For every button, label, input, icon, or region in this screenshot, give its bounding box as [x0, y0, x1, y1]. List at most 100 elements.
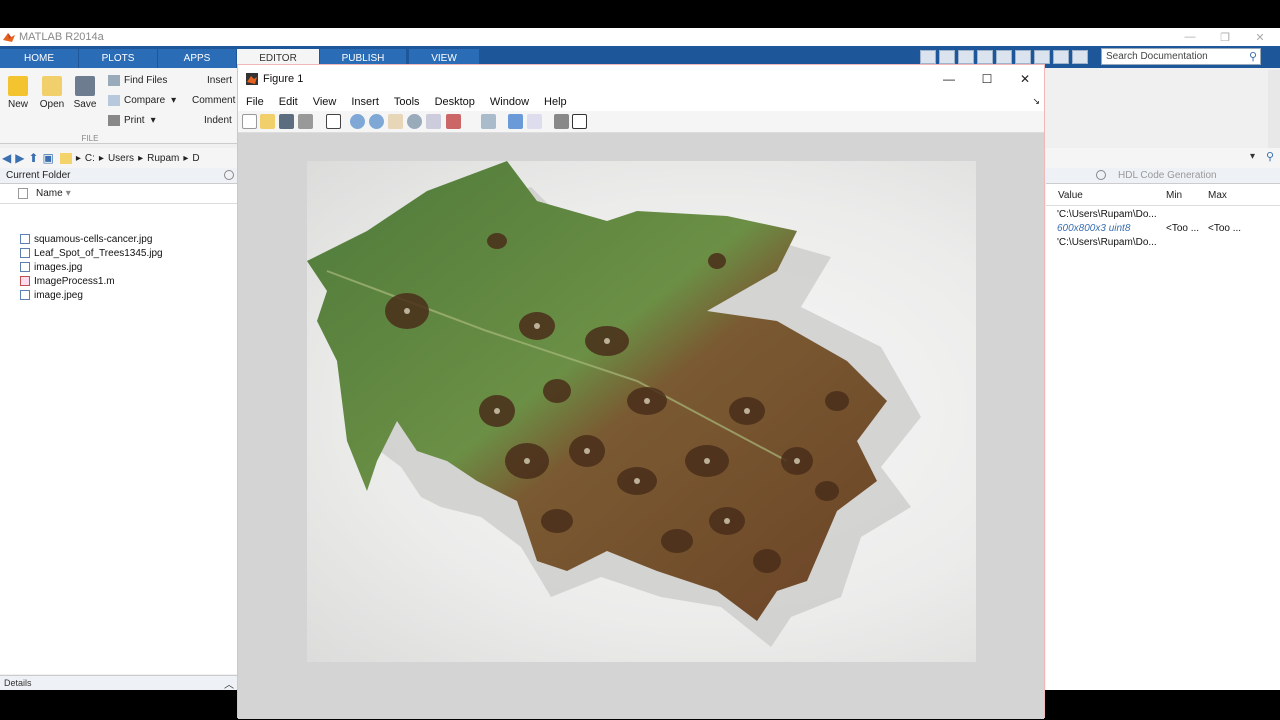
tab-apps[interactable]: APPS: [158, 49, 236, 68]
find-files-button[interactable]: Find Files: [108, 75, 167, 86]
figure-title: Figure 1: [263, 73, 304, 85]
minimize-icon[interactable]: —: [930, 65, 968, 93]
quick-access-button[interactable]: [1034, 50, 1050, 64]
compare-button[interactable]: Compare ▾: [108, 95, 176, 106]
indent-button[interactable]: Indent: [204, 115, 232, 126]
dock-arrow-icon[interactable]: ↘: [1032, 96, 1040, 107]
path-segment[interactable]: C:: [85, 153, 95, 164]
file-name: images.jpg: [34, 261, 83, 273]
search-icon[interactable]: ⚲: [1249, 50, 1257, 63]
menu-tools[interactable]: Tools: [394, 96, 420, 108]
workspace-value[interactable]: 'C:\Users\Rupam\Do...: [1057, 209, 1157, 220]
zoom-out-icon[interactable]: [369, 114, 384, 129]
menu-edit[interactable]: Edit: [279, 96, 298, 108]
quick-access-button[interactable]: [920, 50, 936, 64]
data-cursor-icon[interactable]: [426, 114, 441, 129]
quick-access-button[interactable]: [1015, 50, 1031, 64]
chevron-up-icon[interactable]: ︿: [224, 676, 234, 691]
path-segment[interactable]: Rupam: [147, 153, 179, 164]
menu-desktop[interactable]: Desktop: [435, 96, 475, 108]
print-button[interactable]: Print ▾: [108, 115, 156, 126]
menu-view[interactable]: View: [313, 96, 337, 108]
search-icon[interactable]: ⚲: [1266, 150, 1274, 163]
maximize-icon[interactable]: ☐: [968, 65, 1006, 93]
list-item[interactable]: ImageProcess1.m: [20, 274, 115, 288]
restore-icon[interactable]: ❐: [1205, 28, 1245, 46]
save-icon: [75, 76, 95, 96]
details-label: Details: [4, 678, 32, 688]
workspace-value[interactable]: 'C:\Users\Rupam\Do...: [1057, 237, 1157, 248]
quick-access-button[interactable]: [958, 50, 974, 64]
show-plot-tools-icon[interactable]: [572, 114, 587, 129]
save-label: Save: [73, 99, 97, 110]
save-button[interactable]: Save: [73, 76, 97, 110]
print-icon[interactable]: [298, 114, 313, 129]
find-files-label: Find Files: [124, 75, 168, 86]
details-panel[interactable]: Details ︿: [0, 675, 238, 691]
min-column-header[interactable]: Min: [1166, 190, 1182, 201]
figure-title-bar: Figure 1 — ☐ ✕: [238, 65, 1044, 93]
zoom-in-icon[interactable]: [350, 114, 365, 129]
browse-folder-icon[interactable]: ▣: [43, 151, 54, 165]
path-segment[interactable]: D: [192, 153, 199, 164]
value-column-header[interactable]: Value: [1058, 190, 1083, 201]
path-segment[interactable]: Users: [108, 153, 134, 164]
quick-access-button[interactable]: [939, 50, 955, 64]
menu-insert[interactable]: Insert: [351, 96, 379, 108]
list-item[interactable]: image.jpeg: [20, 288, 83, 302]
quick-access-button[interactable]: [1072, 50, 1088, 64]
chevron-down-icon[interactable]: ▾: [1250, 151, 1255, 162]
path-separator: ▸: [98, 152, 104, 164]
matlab-logo-icon: [246, 73, 258, 85]
ribbon-scrollbar[interactable]: [1268, 70, 1280, 150]
name-column-header[interactable]: Name ▾: [0, 184, 238, 204]
save-icon[interactable]: [279, 114, 294, 129]
rotate-icon[interactable]: [407, 114, 422, 129]
pan-icon[interactable]: [388, 114, 403, 129]
legend-icon[interactable]: [527, 114, 542, 129]
menu-help[interactable]: Help: [544, 96, 567, 108]
tab-home[interactable]: HOME: [0, 49, 78, 68]
panel-options-icon[interactable]: [224, 170, 234, 180]
title-bar: MATLAB R2014a — ❐ ✕: [0, 28, 1280, 46]
menu-file[interactable]: File: [246, 96, 264, 108]
workspace-value[interactable]: 600x800x3 uint8: [1057, 223, 1130, 234]
ribbon-file-section: New Open Save Find Files Compare ▾ Print…: [0, 68, 240, 144]
quick-access-button[interactable]: [996, 50, 1012, 64]
new-button[interactable]: New: [6, 76, 30, 110]
address-dropdown[interactable]: ▾ ⚲: [1046, 148, 1280, 168]
select-arrow-icon[interactable]: [326, 114, 341, 129]
open-label: Open: [39, 99, 65, 110]
list-item[interactable]: Leaf_Spot_of_Trees1345.jpg: [20, 246, 163, 260]
quick-access-button[interactable]: [977, 50, 993, 64]
folder-open-icon[interactable]: [260, 114, 275, 129]
folder-open-icon: [42, 76, 62, 96]
list-item[interactable]: squamous-cells-cancer.jpg: [20, 232, 152, 246]
workspace-max: <Too ...: [1208, 223, 1242, 234]
tab-plots[interactable]: PLOTS: [79, 49, 157, 68]
minimize-icon[interactable]: —: [1170, 28, 1210, 46]
workspace-column-header: Value Min Max: [1046, 186, 1280, 206]
back-arrow-icon[interactable]: ◀: [2, 151, 11, 165]
menu-window[interactable]: Window: [490, 96, 529, 108]
insert-button[interactable]: Insert: [207, 75, 232, 86]
list-item[interactable]: images.jpg: [20, 260, 82, 274]
hide-plot-tools-icon[interactable]: [554, 114, 569, 129]
quick-access-button[interactable]: [1053, 50, 1069, 64]
new-figure-icon[interactable]: [242, 114, 257, 129]
open-button[interactable]: Open: [39, 76, 65, 110]
figure-menu-bar: File Edit View Insert Tools Desktop Wind…: [238, 93, 1044, 111]
max-column-header[interactable]: Max: [1208, 190, 1227, 201]
panel-options-icon[interactable]: [1096, 170, 1106, 180]
brush-icon[interactable]: [446, 114, 461, 129]
colorbar-icon[interactable]: [508, 114, 523, 129]
comment-button[interactable]: Comment: [192, 95, 235, 106]
up-folder-icon[interactable]: ⬆: [28, 151, 38, 165]
close-icon[interactable]: ✕: [1006, 65, 1044, 93]
link-plot-icon[interactable]: [481, 114, 496, 129]
image-file-icon: [20, 234, 30, 244]
search-documentation-input[interactable]: Search Documentation ⚲: [1101, 48, 1261, 65]
close-icon[interactable]: ✕: [1240, 28, 1280, 46]
forward-arrow-icon[interactable]: ▶: [15, 151, 24, 165]
quick-access-toolbar: [920, 49, 1091, 65]
